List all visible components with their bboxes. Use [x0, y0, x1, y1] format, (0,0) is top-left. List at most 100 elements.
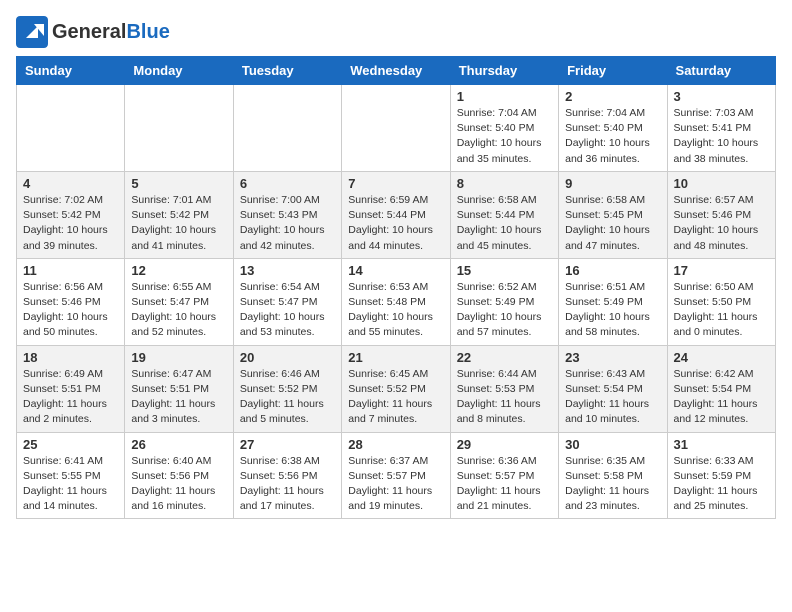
day-header-friday: Friday — [559, 57, 667, 85]
calendar-cell: 17Sunrise: 6:50 AM Sunset: 5:50 PM Dayli… — [667, 258, 775, 345]
day-header-saturday: Saturday — [667, 57, 775, 85]
day-info: Sunrise: 6:33 AM Sunset: 5:59 PM Dayligh… — [674, 454, 769, 515]
day-header-wednesday: Wednesday — [342, 57, 450, 85]
day-number: 22 — [457, 350, 552, 365]
day-number: 8 — [457, 176, 552, 191]
calendar-cell: 26 Sunrise: 6:40 AM Sunset: 5:56 PM Dayli… — [125, 432, 233, 519]
day-number: 9 — [565, 176, 660, 191]
day-number: 5 — [131, 176, 226, 191]
day-number: 15 — [457, 263, 552, 278]
calendar-cell: 29 Sunrise: 6:36 AM Sunset: 5:57 PM Dayli… — [450, 432, 558, 519]
day-info: Sunrise: 6:40 AM Sunset: 5:56 PM Dayligh… — [131, 454, 226, 515]
day-info: Sunrise: 6:35 AM Sunset: 5:58 PM Dayligh… — [565, 454, 660, 515]
day-info: Sunrise: 6:36 AM Sunset: 5:57 PM Dayligh… — [457, 454, 552, 515]
calendar-cell: 4 Sunrise: 7:02 AM Sunset: 5:42 PM Daylig… — [17, 171, 125, 258]
day-number: 29 — [457, 437, 552, 452]
calendar-cell: 3Sunrise: 7:03 AM Sunset: 5:41 PM Daylig… — [667, 85, 775, 172]
day-info: Sunrise: 6:58 AM Sunset: 5:44 PM Dayligh… — [457, 193, 552, 254]
page-header: GeneralBlue — [16, 16, 776, 48]
day-info: Sunrise: 6:57 AM Sunset: 5:46 PM Dayligh… — [674, 193, 769, 254]
day-number: 10 — [674, 176, 769, 191]
day-info: Sunrise: 6:44 AM Sunset: 5:53 PM Dayligh… — [457, 367, 552, 428]
day-number: 31 — [674, 437, 769, 452]
calendar-cell: 9 Sunrise: 6:58 AM Sunset: 5:45 PM Daylig… — [559, 171, 667, 258]
day-header-monday: Monday — [125, 57, 233, 85]
day-number: 13 — [240, 263, 335, 278]
logo-icon — [16, 16, 48, 48]
calendar-cell: 1 Sunrise: 7:04 AM Sunset: 5:40 PM Daylig… — [450, 85, 558, 172]
calendar-header-row: SundayMondayTuesdayWednesdayThursdayFrid… — [17, 57, 776, 85]
calendar-cell — [342, 85, 450, 172]
day-info: Sunrise: 6:54 AM Sunset: 5:47 PM Dayligh… — [240, 280, 335, 341]
day-info: Sunrise: 6:52 AM Sunset: 5:49 PM Dayligh… — [457, 280, 552, 341]
calendar-cell: 16 Sunrise: 6:51 AM Sunset: 5:49 PM Dayli… — [559, 258, 667, 345]
calendar-cell — [17, 85, 125, 172]
logo-blue: Blue — [126, 21, 169, 43]
day-number: 26 — [131, 437, 226, 452]
day-number: 17 — [674, 263, 769, 278]
calendar-cell: 21Sunrise: 6:45 AM Sunset: 5:52 PM Dayli… — [342, 345, 450, 432]
day-info: Sunrise: 6:41 AM Sunset: 5:55 PM Dayligh… — [23, 454, 118, 515]
day-info: Sunrise: 7:04 AM Sunset: 5:40 PM Dayligh… — [565, 106, 660, 167]
day-number: 2 — [565, 89, 660, 104]
day-info: Sunrise: 6:47 AM Sunset: 5:51 PM Dayligh… — [131, 367, 226, 428]
day-info: Sunrise: 7:01 AM Sunset: 5:42 PM Dayligh… — [131, 193, 226, 254]
day-number: 30 — [565, 437, 660, 452]
calendar-cell: 7 Sunrise: 6:59 AM Sunset: 5:44 PM Daylig… — [342, 171, 450, 258]
day-info: Sunrise: 6:49 AM Sunset: 5:51 PM Dayligh… — [23, 367, 118, 428]
day-number: 6 — [240, 176, 335, 191]
day-number: 4 — [23, 176, 118, 191]
calendar-cell: 25 Sunrise: 6:41 AM Sunset: 5:55 PM Dayli… — [17, 432, 125, 519]
calendar-cell: 12 Sunrise: 6:55 AM Sunset: 5:47 PM Dayli… — [125, 258, 233, 345]
day-info: Sunrise: 6:55 AM Sunset: 5:47 PM Dayligh… — [131, 280, 226, 341]
calendar-cell: 5 Sunrise: 7:01 AM Sunset: 5:42 PM Daylig… — [125, 171, 233, 258]
day-number: 24 — [674, 350, 769, 365]
calendar-cell: 14Sunrise: 6:53 AM Sunset: 5:48 PM Dayli… — [342, 258, 450, 345]
day-number: 28 — [348, 437, 443, 452]
calendar-week-3: 11 Sunrise: 6:56 AM Sunset: 5:46 PM Dayli… — [17, 258, 776, 345]
day-number: 27 — [240, 437, 335, 452]
day-number: 18 — [23, 350, 118, 365]
calendar-week-1: 1 Sunrise: 7:04 AM Sunset: 5:40 PM Daylig… — [17, 85, 776, 172]
calendar-cell — [233, 85, 341, 172]
day-info: Sunrise: 6:46 AM Sunset: 5:52 PM Dayligh… — [240, 367, 335, 428]
day-info: Sunrise: 7:03 AM Sunset: 5:41 PM Dayligh… — [674, 106, 769, 167]
calendar-cell: 28 Sunrise: 6:37 AM Sunset: 5:57 PM Dayli… — [342, 432, 450, 519]
calendar-cell: 22 Sunrise: 6:44 AM Sunset: 5:53 PM Dayli… — [450, 345, 558, 432]
day-info: Sunrise: 6:37 AM Sunset: 5:57 PM Dayligh… — [348, 454, 443, 515]
calendar-cell: 2 Sunrise: 7:04 AM Sunset: 5:40 PM Daylig… — [559, 85, 667, 172]
day-number: 11 — [23, 263, 118, 278]
calendar-cell: 10 Sunrise: 6:57 AM Sunset: 5:46 PM Dayli… — [667, 171, 775, 258]
day-info: Sunrise: 7:04 AM Sunset: 5:40 PM Dayligh… — [457, 106, 552, 167]
day-number: 25 — [23, 437, 118, 452]
calendar-cell: 23Sunrise: 6:43 AM Sunset: 5:54 PM Dayli… — [559, 345, 667, 432]
calendar-cell — [125, 85, 233, 172]
calendar-week-2: 4 Sunrise: 7:02 AM Sunset: 5:42 PM Daylig… — [17, 171, 776, 258]
day-header-thursday: Thursday — [450, 57, 558, 85]
day-info: Sunrise: 6:58 AM Sunset: 5:45 PM Dayligh… — [565, 193, 660, 254]
day-info: Sunrise: 6:56 AM Sunset: 5:46 PM Dayligh… — [23, 280, 118, 341]
logo: GeneralBlue — [16, 16, 170, 48]
day-header-tuesday: Tuesday — [233, 57, 341, 85]
day-info: Sunrise: 6:42 AM Sunset: 5:54 PM Dayligh… — [674, 367, 769, 428]
calendar-cell: 30 Sunrise: 6:35 AM Sunset: 5:58 PM Dayli… — [559, 432, 667, 519]
day-number: 7 — [348, 176, 443, 191]
day-number: 1 — [457, 89, 552, 104]
day-number: 12 — [131, 263, 226, 278]
calendar-cell: 24 Sunrise: 6:42 AM Sunset: 5:54 PM Dayli… — [667, 345, 775, 432]
day-number: 14 — [348, 263, 443, 278]
logo-general: General — [52, 21, 126, 43]
calendar-cell: 11 Sunrise: 6:56 AM Sunset: 5:46 PM Dayli… — [17, 258, 125, 345]
calendar-cell: 13 Sunrise: 6:54 AM Sunset: 5:47 PM Dayli… — [233, 258, 341, 345]
day-info: Sunrise: 6:43 AM Sunset: 5:54 PM Dayligh… — [565, 367, 660, 428]
calendar-cell: 18 Sunrise: 6:49 AM Sunset: 5:51 PM Dayli… — [17, 345, 125, 432]
day-info: Sunrise: 6:59 AM Sunset: 5:44 PM Dayligh… — [348, 193, 443, 254]
day-info: Sunrise: 7:00 AM Sunset: 5:43 PM Dayligh… — [240, 193, 335, 254]
calendar-cell: 20Sunrise: 6:46 AM Sunset: 5:52 PM Dayli… — [233, 345, 341, 432]
calendar-cell: 31 Sunrise: 6:33 AM Sunset: 5:59 PM Dayli… — [667, 432, 775, 519]
day-info: Sunrise: 7:02 AM Sunset: 5:42 PM Dayligh… — [23, 193, 118, 254]
day-info: Sunrise: 6:51 AM Sunset: 5:49 PM Dayligh… — [565, 280, 660, 341]
day-number: 16 — [565, 263, 660, 278]
day-header-sunday: Sunday — [17, 57, 125, 85]
calendar-cell: 27Sunrise: 6:38 AM Sunset: 5:56 PM Dayli… — [233, 432, 341, 519]
